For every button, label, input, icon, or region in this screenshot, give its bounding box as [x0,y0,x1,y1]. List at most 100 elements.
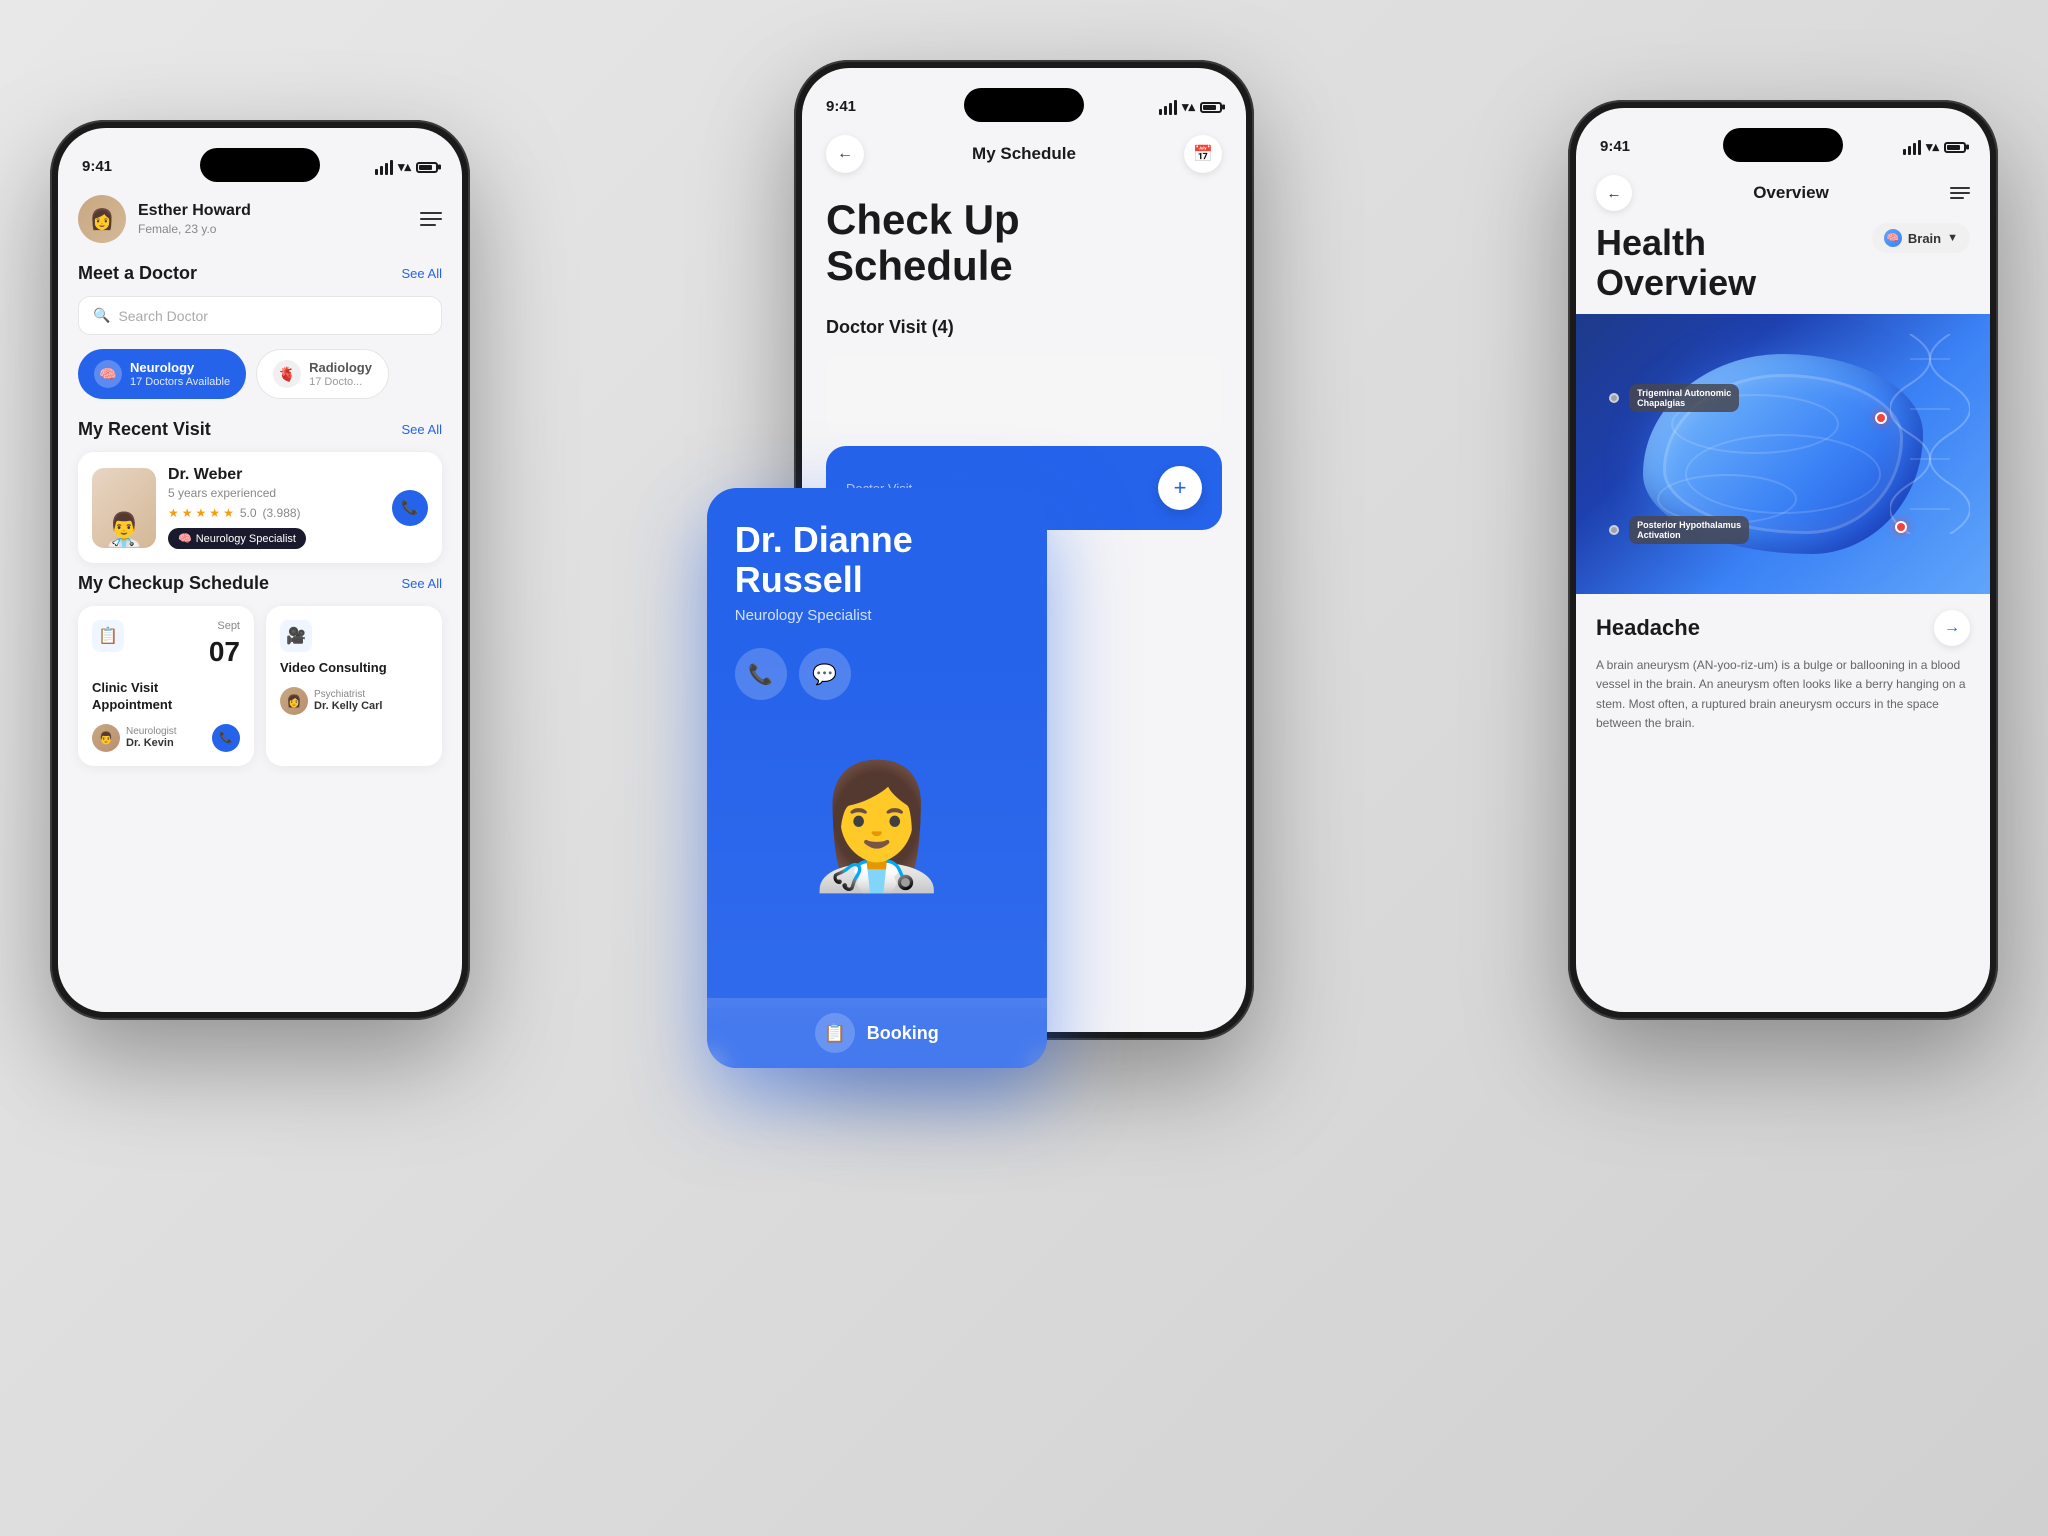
brain-visual: Trigeminal AutonomicChapalgias Posterior… [1576,314,1990,594]
neurology-name: Neurology [130,360,230,375]
p3-menu [1950,187,1970,199]
dynamic-island-left [200,148,320,182]
booking-icon: 📋 [815,1013,855,1053]
radiology-name: Radiology [309,360,372,375]
brain-selector-label: Brain [1908,231,1941,246]
call-action-btn[interactable]: 📞 [735,648,787,700]
annotation-trigeminal: Trigeminal AutonomicChapalgias [1609,384,1739,412]
call-button-weber[interactable]: 📞 [392,490,428,526]
user-name: Esther Howard [138,202,251,220]
see-all-schedule[interactable]: See All [402,576,442,591]
dr-kelly-avatar: 👩 [280,687,308,715]
p2-nav: ← My Schedule 📅 [826,135,1222,173]
time-left: 9:41 [82,158,112,175]
dna-icon [1890,334,1970,534]
condition-arrow-btn[interactable]: → [1934,610,1970,646]
doctor-card-specialty: Neurology Specialist [735,607,1019,624]
video-doc-row: 👩 Psychiatrist Dr. Kelly Carl [280,687,428,715]
radiology-icon: 🫀 [273,360,301,388]
signal-center [1159,100,1177,115]
category-neurology[interactable]: 🧠 Neurology 17 Doctors Available [78,349,246,399]
video-specialty: Psychiatrist [314,689,382,700]
brain-selector[interactable]: 🧠 Brain ▼ [1872,223,1970,253]
p3-line-1 [1950,187,1970,189]
battery-left [416,162,438,173]
doctor-card-actions: 📞 💬 [735,648,1019,700]
doctor-image-area: 👩‍⚕️ [707,648,1047,1008]
p3-bottom: Headache → A brain aneurysm (AN-yoo-riz-… [1576,594,1990,749]
p1-user: 👩 Esther Howard Female, 23 y.o [78,195,251,243]
red-dot-2 [1895,521,1907,533]
battery-right [1944,142,1966,153]
dr-kevin-avatar: 👨 [92,724,120,752]
video-doctor-name: Dr. Kelly Carl [314,700,382,712]
menu-icon-left[interactable] [420,212,442,226]
star-1: ★ [168,506,179,520]
category-radiology-text: Radiology 17 Docto... [309,360,372,388]
wifi-right: ▾▴ [1926,139,1939,155]
time-right: 9:41 [1600,138,1630,155]
star-4: ★ [209,506,220,520]
video-consult-card: 🎥 Video Consulting 👩 Psychiatrist Dr. Ke… [266,606,442,766]
phone-left: 9:41 ▾▴ 👩 Esther Ho [50,120,470,1020]
booking-bar[interactable]: 📋 Booking [707,998,1047,1068]
clinic-call-btn[interactable]: 📞 [212,724,240,752]
time-center: 9:41 [826,98,856,115]
rating-stars: ★ ★ ★ ★ ★ 5.0 (3.988) [168,506,380,520]
category-neurology-text: Neurology 17 Doctors Available [130,360,230,388]
user-info: Esther Howard Female, 23 y.o [138,202,251,236]
sched-month: Sept [209,620,240,632]
search-bar[interactable]: 🔍 Search Doctor [78,296,442,335]
red-dot-1 [1875,412,1887,424]
star-5: ★ [223,506,234,520]
right-nav-title: Overview [1753,183,1829,203]
radiology-count: 17 Docto... [309,376,372,388]
menu-line-1 [420,212,442,214]
clinic-title: Clinic Visit Appointment [92,680,240,714]
p3-header-row: HealthOverview 🧠 Brain ▼ [1576,223,1990,314]
see-all-visits[interactable]: See All [402,422,442,437]
health-overview-title: HealthOverview [1596,223,1756,302]
chevron-down-icon: ▼ [1947,232,1958,244]
add-visit-btn[interactable]: + [1158,466,1202,510]
chat-action-btn[interactable]: 💬 [799,648,851,700]
battery-center [1200,102,1222,113]
brain-image-section: Trigeminal AutonomicChapalgias Posterior… [1576,314,1990,594]
schedule-cards: 📋 Sept 07 Clinic Visit Appointment 👨 Neu… [78,606,442,766]
clinic-specialty: Neurologist [126,726,177,737]
category-radiology[interactable]: 🫀 Radiology 17 Docto... [256,349,389,399]
dynamic-island-right [1723,128,1843,162]
menu-line-2 [420,218,442,220]
signal-right [1903,140,1921,155]
menu-icon-right[interactable] [1950,187,1970,199]
video-title: Video Consulting [280,660,428,677]
clinic-doctor-name: Dr. Kevin [126,737,177,749]
back-btn-right[interactable]: ← [1596,175,1632,211]
dr-weber-info: Dr. Weber 5 years experienced ★ ★ ★ ★ ★ … [168,466,380,549]
clinic-doc-info: 👨 Neurologist Dr. Kevin [92,724,177,752]
booking-label: Booking [867,1023,939,1044]
annotation-posterior: Posterior HypothalamusActivation [1609,516,1749,544]
phone-left-content: 👩 Esther Howard Female, 23 y.o Meet a Do… [58,183,462,1012]
center-nav-title: My Schedule [972,144,1076,164]
status-icons-left: ▾▴ [375,159,438,175]
dr-weber-exp: 5 years experienced [168,486,380,500]
calendar-btn[interactable]: 📅 [1184,135,1222,173]
schedule-header: My Checkup Schedule See All [78,573,442,594]
see-all-doctors[interactable]: See All [402,266,442,281]
p1-header: 👩 Esther Howard Female, 23 y.o [78,195,442,243]
video-doc-text: Psychiatrist Dr. Kelly Carl [314,689,382,712]
dynamic-island-center [964,88,1084,122]
doctor-card-name: Dr. DianneRussell [735,520,1019,599]
specialty-text: Neurology Specialist [196,533,296,545]
doctor-card-content: Dr. DianneRussell Neurology Specialist 📞… [707,488,1047,700]
star-2: ★ [182,506,193,520]
specialty-badge: 🧠 Neurology Specialist [168,528,306,549]
dr-weber-name: Dr. Weber [168,466,380,484]
rating-reviews: (3.988) [263,506,301,520]
phone-right-content: ← Overview HealthOverview 🧠 Brain ▼ [1576,163,1990,1012]
menu-line-3 [420,224,436,226]
meet-doctor-title: Meet a Doctor [78,263,197,284]
back-btn-center[interactable]: ← [826,135,864,173]
neurology-count: 17 Doctors Available [130,376,230,388]
